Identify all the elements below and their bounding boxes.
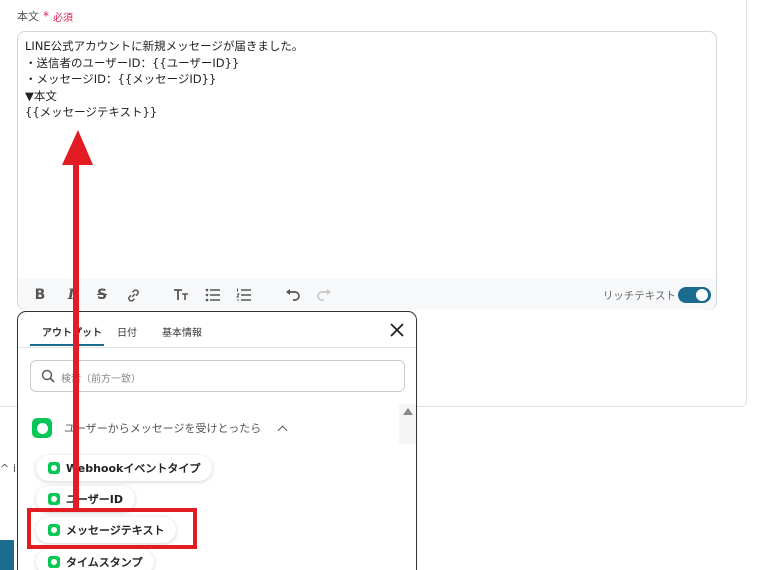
tab-date[interactable]: 日付 — [117, 324, 137, 339]
strikethrough-button[interactable]: S — [93, 286, 111, 304]
italic-button[interactable]: I — [62, 286, 80, 304]
output-group-header[interactable]: ユーザーからメッセージを受けとったら — [32, 418, 288, 438]
italic-icon: I — [67, 287, 75, 303]
strikethrough-icon: S — [96, 287, 108, 303]
search-box[interactable]: 検索（前方一致） — [30, 360, 405, 392]
numbered-list-button[interactable] — [235, 286, 253, 304]
bold-button[interactable]: B — [31, 286, 49, 304]
numbered-list-icon — [236, 288, 251, 301]
editor-toolbar: B I S リッチテキスト — [18, 279, 716, 310]
required-text: 必須 — [53, 12, 73, 24]
annotation-highlight-box — [27, 508, 197, 549]
link-button[interactable] — [124, 286, 142, 304]
output-item-webhook-event-type[interactable]: Webhookイベントタイプ — [36, 455, 213, 481]
field-label-text: 本文 — [17, 10, 39, 23]
search-placeholder: 検索（前方一致） — [61, 374, 141, 385]
tab-basic-info[interactable]: 基本情報 — [162, 324, 202, 339]
tab-output[interactable]: アウトプット — [42, 324, 102, 339]
panel-tabs: アウトプット 日付 基本情報 — [18, 312, 416, 348]
chip-label: Webhookイベントタイプ — [66, 462, 201, 475]
background-glyph: i — [13, 462, 17, 475]
search-icon — [41, 369, 55, 383]
text-size-button[interactable] — [172, 286, 190, 304]
toggle-knob — [696, 289, 708, 301]
text-size-icon — [174, 289, 188, 300]
required-star: * — [43, 9, 49, 23]
bold-icon: B — [34, 287, 46, 303]
close-icon — [390, 323, 404, 337]
link-icon — [127, 288, 139, 302]
output-item-timestamp[interactable]: タイムスタンプ — [36, 549, 155, 570]
undo-button[interactable] — [284, 286, 302, 304]
redo-button[interactable] — [315, 286, 333, 304]
undo-icon — [286, 289, 300, 301]
chip-label: タイムスタンプ — [66, 556, 143, 569]
group-title: ユーザーからメッセージを受けとったら — [64, 422, 262, 435]
redo-icon — [317, 289, 331, 301]
field-label: 本文 * 必須 — [17, 8, 73, 24]
chip-label: ユーザーID — [66, 493, 124, 506]
scroll-up-icon[interactable] — [403, 408, 413, 415]
close-button[interactable] — [388, 321, 406, 339]
panel-scrollbar[interactable] — [399, 404, 416, 570]
background-button-edge[interactable] — [0, 540, 14, 570]
editor-content[interactable]: LINE公式アカウントに新規メッセージが届きました。 ・送信者のユーザーID：{… — [25, 38, 708, 121]
message-body-editor[interactable]: LINE公式アカウントに新規メッセージが届きました。 ・送信者のユーザーID：{… — [17, 31, 717, 310]
bullet-list-icon — [205, 288, 220, 302]
line-app-icon — [48, 493, 60, 505]
rich-text-label: リッチテキスト — [602, 290, 676, 302]
background-chevron-icon: ^ — [0, 462, 10, 475]
bullet-list-button[interactable] — [204, 286, 222, 304]
scroll-thumb[interactable] — [399, 444, 416, 570]
line-app-icon — [32, 418, 52, 438]
line-app-icon — [48, 462, 60, 474]
line-app-icon — [48, 556, 60, 568]
chevron-up-icon — [277, 425, 288, 435]
rich-text-toggle[interactable] — [678, 287, 711, 303]
active-tab-indicator — [30, 344, 104, 346]
